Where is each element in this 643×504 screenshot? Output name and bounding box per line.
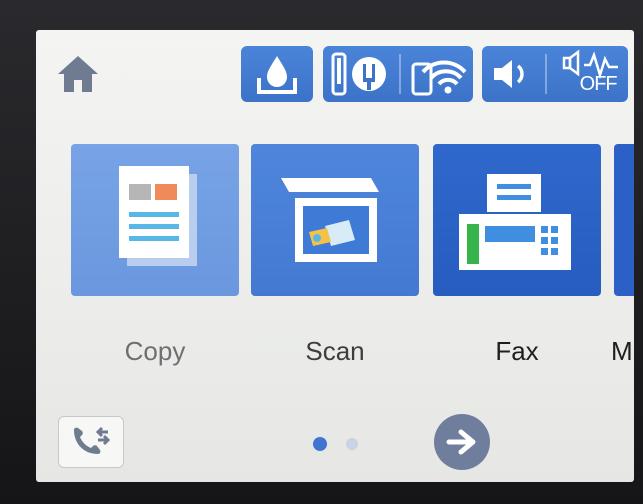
speaker-icon (494, 60, 525, 88)
fax-tile[interactable] (433, 144, 601, 296)
quiet-mode-off-text: OFF (579, 73, 618, 95)
home-icon (58, 56, 98, 92)
pill-separator (544, 54, 547, 94)
scan-icon (281, 178, 379, 262)
copy-icon (119, 166, 197, 266)
scan-tile[interactable] (251, 144, 419, 296)
copy-tile[interactable] (71, 144, 239, 296)
arrow-right-icon (446, 429, 476, 455)
quiet-mode-indicator: OFF (560, 49, 622, 99)
network-status-button[interactable] (323, 46, 473, 102)
sound-status-button[interactable]: OFF (482, 46, 628, 102)
touch-screen: OFF Copy Scan Fax M (36, 30, 634, 482)
scan-label: Scan (305, 336, 365, 366)
next-page-button[interactable] (434, 414, 490, 470)
fax-log-button[interactable] (58, 416, 124, 468)
copy-label: Copy (124, 336, 186, 366)
fax-icon (459, 174, 571, 270)
pill-separator (399, 54, 401, 94)
fax-log-icon (74, 426, 111, 454)
fax-label: Fax (495, 336, 539, 366)
wifi-icon (411, 60, 467, 96)
ink-status-button[interactable] (241, 46, 313, 102)
more-tile[interactable] (614, 144, 634, 296)
ink-level-icon (257, 56, 297, 94)
wifi-direct-icon (331, 52, 386, 96)
home-button[interactable] (50, 50, 106, 98)
page-indicator-dot-active (313, 437, 327, 451)
page-indicator-dot (346, 438, 358, 450)
more-label: M (611, 336, 633, 366)
